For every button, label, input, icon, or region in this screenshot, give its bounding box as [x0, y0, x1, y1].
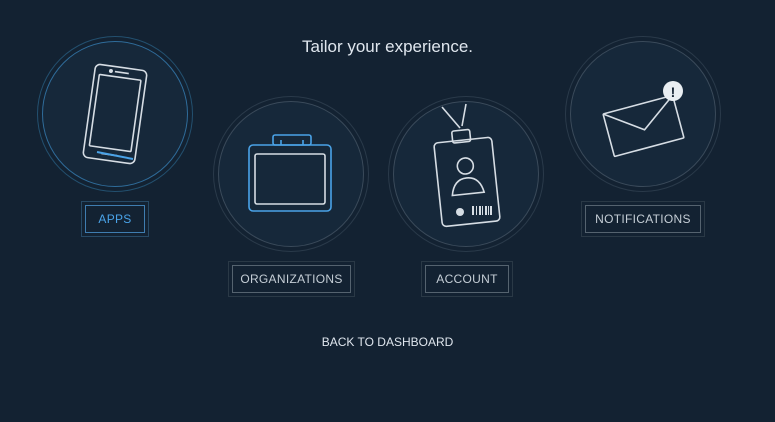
notifications-button[interactable]: NOTIFICATIONS — [585, 205, 701, 233]
organizations-button[interactable]: ORGANIZATIONS — [232, 265, 351, 293]
organizations-circle[interactable] — [218, 101, 364, 247]
briefcase-icon — [248, 134, 332, 212]
id-badge-icon — [433, 103, 501, 228]
phone-icon — [82, 63, 148, 165]
svg-text:!: ! — [671, 84, 676, 100]
envelope-alert-icon: ! — [602, 81, 685, 158]
apps-button[interactable]: APPS — [85, 205, 145, 233]
apps-circle[interactable] — [42, 41, 188, 187]
account-circle[interactable] — [393, 101, 539, 247]
notifications-circle[interactable]: ! — [570, 41, 716, 187]
account-button[interactable]: ACCOUNT — [425, 265, 509, 293]
back-to-dashboard-link[interactable]: BACK TO DASHBOARD — [0, 335, 775, 349]
